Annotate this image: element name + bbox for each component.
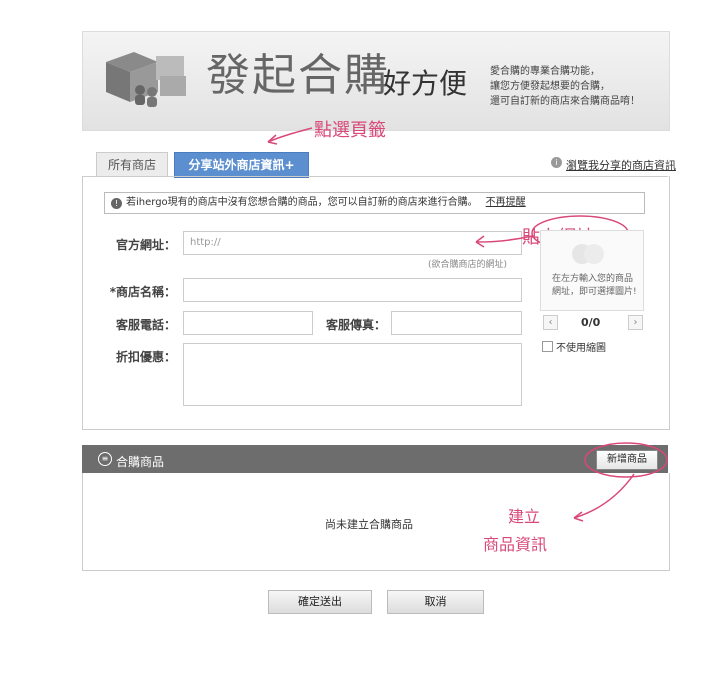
cancel-button[interactable]: 取消 — [387, 590, 484, 614]
product-arrow-annotation-icon — [573, 473, 635, 522]
phone-label: 客服電話： — [115, 318, 176, 332]
fax-label: 客服傳真： — [325, 318, 386, 332]
store-name-input[interactable] — [183, 278, 522, 302]
products-title: 合購商品 — [116, 455, 165, 469]
image-counter: 0/0 — [581, 316, 601, 329]
store-name-label: *商店名稱： — [109, 285, 176, 299]
notice-text: 若ihergo現有的商店中沒有您想合購的商品，您可以自訂新的商店來進行合購。 — [126, 197, 478, 208]
preview-instructions: 在左方輸入您的商品 網址，即可選擇圖片! — [552, 274, 637, 297]
exclamation-icon: ! — [111, 198, 122, 209]
info-icon: i — [551, 157, 562, 168]
no-thumbnail-label: 不使用縮圖 — [556, 343, 606, 354]
boxes-people-icon — [106, 52, 186, 107]
tab-hint-annotation: 點選頁籤 — [314, 120, 386, 141]
url-label: 官方網址： — [115, 238, 176, 252]
chevron-right-icon: › — [633, 317, 638, 328]
banner-title: 發起合購 — [206, 50, 390, 101]
prev-image-button[interactable]: ‹ — [543, 315, 558, 330]
notice-bar: ! 若ihergo現有的商店中沒有您想合購的商品，您可以自訂新的商店來進行合購。不… — [104, 192, 645, 214]
tab-all-stores[interactable]: 所有商店 — [96, 152, 168, 177]
products-empty-text: 尚未建立合購商品 — [325, 518, 413, 531]
discount-label: 折扣優惠： — [115, 350, 176, 364]
tab-share-external-store[interactable]: 分享站外商店資訊+ — [174, 152, 309, 178]
submit-button[interactable]: 確定送出 — [268, 590, 372, 614]
add-product-button[interactable]: 新增商品 — [596, 450, 658, 470]
banner-subtitle: 好方便 — [383, 67, 468, 100]
products-header — [82, 445, 668, 473]
url-hint: (欲合購商店的網址) — [428, 260, 508, 270]
fax-input[interactable] — [391, 311, 522, 335]
next-image-button[interactable]: › — [628, 315, 643, 330]
url-placeholder: http:// — [190, 237, 221, 248]
arrow-annotation-icon — [267, 127, 313, 145]
products-icon: ≡ — [98, 452, 112, 466]
image-placeholder-icon — [572, 244, 604, 264]
chevron-left-icon: ‹ — [548, 317, 553, 328]
product-hint-line1: 建立 — [508, 507, 541, 526]
dismiss-link[interactable]: 不再提醒 — [486, 197, 526, 208]
phone-input[interactable] — [183, 311, 313, 335]
banner-description: 愛合購的專業合購功能， 讓您方便發起想要的合購， 還可自訂新的商店來合購商品唷！ — [490, 66, 640, 107]
no-thumbnail-checkbox[interactable] — [542, 341, 553, 352]
browse-shared-stores-link[interactable]: 瀏覽我分享的商店資訊 — [566, 157, 676, 173]
product-hint-line2: 商品資訊 — [483, 535, 548, 554]
discount-textarea[interactable] — [183, 343, 522, 406]
